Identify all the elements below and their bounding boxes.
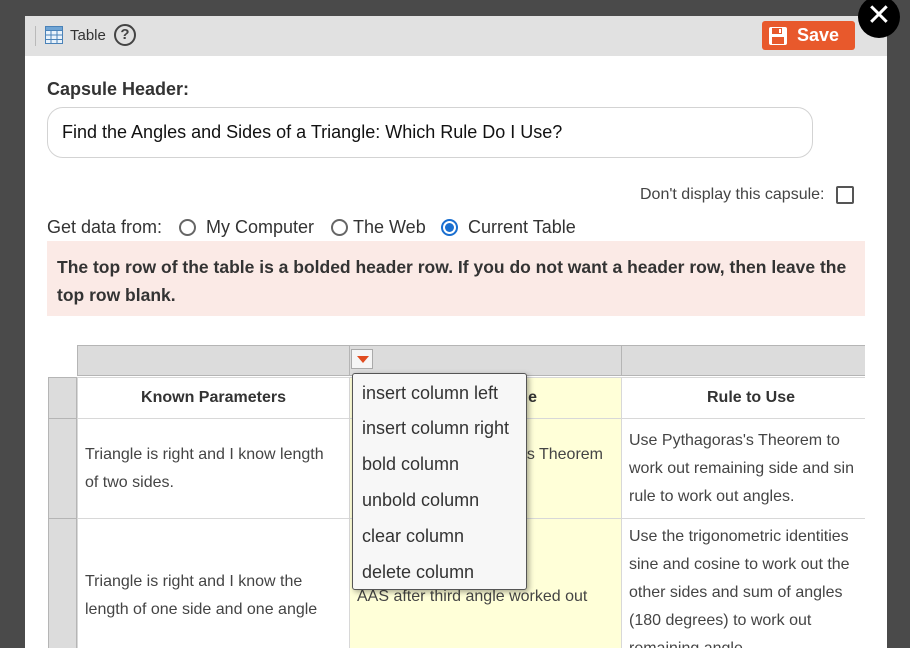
column-header-2[interactable] <box>349 345 622 376</box>
row-header-3[interactable] <box>48 518 77 648</box>
table-cell[interactable]: Use Pythagoras's Theorem to work out rem… <box>621 418 865 519</box>
radio-label-current-table[interactable]: Current Table <box>468 217 576 238</box>
table-header-cell[interactable]: Known Parameters <box>77 377 350 419</box>
table-cell[interactable]: Triangle is right and I know length of t… <box>77 418 350 519</box>
table-icon <box>45 26 63 44</box>
menu-bold-column[interactable]: bold column <box>362 454 459 475</box>
menu-delete-column[interactable]: delete column <box>362 562 474 583</box>
menu-unbold-column[interactable]: unbold column <box>362 490 479 511</box>
cell-line: (180 degrees) to work out <box>629 612 812 629</box>
row-header-2[interactable] <box>48 418 77 519</box>
radio-label-my-computer[interactable]: My Computer <box>206 217 314 238</box>
save-button[interactable]: Save <box>762 21 855 50</box>
cell-line: Triangle is right and I know length <box>85 446 324 463</box>
toolbar: Table ? Save <box>25 16 887 56</box>
cell-line: length of one side and one angle <box>85 601 318 618</box>
cell-line: Use Pythagoras's Theorem to <box>629 432 840 449</box>
radio-label-the-web[interactable]: The Web <box>353 217 426 238</box>
toolbar-title: Table <box>70 27 106 44</box>
column-context-menu: insert column left insert column right b… <box>352 373 527 590</box>
cell-line: Triangle is right and I know the <box>85 573 303 590</box>
column-menu-trigger[interactable] <box>351 349 373 369</box>
close-icon[interactable]: ✕ <box>858 0 900 38</box>
column-header-1[interactable] <box>77 345 350 376</box>
toolbar-divider <box>35 26 36 46</box>
menu-insert-column-left[interactable]: insert column left <box>362 383 498 404</box>
capsule-header-input[interactable]: Find the Angles and Sides of a Triangle:… <box>47 107 813 158</box>
save-label: Save <box>797 25 840 45</box>
cell-line: sine and cosine to work out the <box>629 556 850 573</box>
radio-the-web[interactable] <box>331 219 348 236</box>
cell-line: Use the trigonometric identities <box>629 528 849 545</box>
row-header-1[interactable] <box>48 377 77 419</box>
cell-line: rule to work out angles. <box>629 488 795 505</box>
dont-display-checkbox[interactable] <box>836 186 854 204</box>
cell-line: remaining angle <box>629 635 865 648</box>
get-data-row: Get data from: My Computer The Web Curre… <box>47 217 576 238</box>
header-row-notice: The top row of the table is a bolded hea… <box>47 241 865 316</box>
radio-current-table[interactable] <box>441 219 458 236</box>
cell-line: other sides and sum of angles <box>629 584 843 601</box>
table-cell[interactable]: Use the trigonometric identities sine an… <box>621 518 865 648</box>
table-cell[interactable]: Triangle is right and I know the length … <box>77 518 350 648</box>
column-header-3[interactable] <box>621 345 865 376</box>
capsule-header-label: Capsule Header: <box>47 79 190 99</box>
table-header-cell[interactable]: Rule to Use <box>621 377 865 419</box>
cell-line: work out remaining side and sin <box>629 460 855 477</box>
cell-line: of two sides. <box>85 474 174 491</box>
floppy-disk-icon <box>769 27 787 45</box>
menu-clear-column[interactable]: clear column <box>362 526 464 547</box>
get-data-label: Get data from: <box>47 217 163 237</box>
dont-display-label: Don't display this capsule: <box>640 186 825 203</box>
menu-insert-column-right[interactable]: insert column right <box>362 418 509 439</box>
radio-my-computer[interactable] <box>179 219 196 236</box>
help-icon[interactable]: ? <box>114 24 136 46</box>
